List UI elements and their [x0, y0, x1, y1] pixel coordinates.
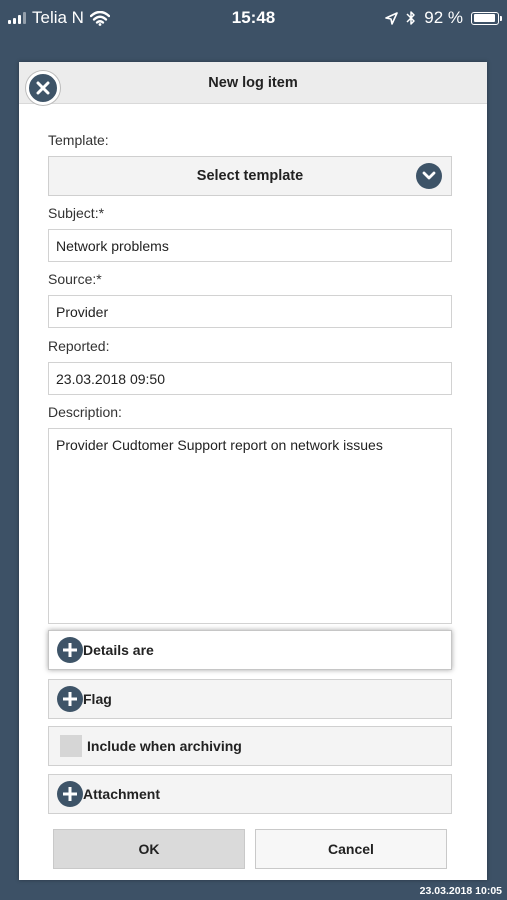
description-label: Description:: [48, 404, 122, 420]
status-left: Telia N: [8, 8, 110, 28]
include-archiving-row[interactable]: Include when archiving: [48, 726, 452, 766]
dialog-title: New log item: [208, 74, 298, 91]
template-select[interactable]: Select template: [48, 156, 452, 196]
footer-timestamp: 23.03.2018 10:05: [419, 885, 502, 897]
flag-section-label: Flag: [83, 691, 112, 707]
bluetooth-icon: [406, 11, 415, 25]
battery-icon: [471, 11, 502, 25]
location-icon: [385, 11, 399, 25]
new-log-item-dialog: New log item Template: Select template S…: [19, 62, 487, 880]
chevron-down-icon: [416, 163, 442, 189]
plus-icon: [57, 686, 83, 712]
template-label: Template:: [48, 132, 109, 148]
wifi-icon: [89, 10, 110, 26]
battery-percent: 92 %: [424, 8, 463, 27]
include-archiving-checkbox[interactable]: [60, 735, 82, 757]
include-archiving-label: Include when archiving: [87, 738, 242, 754]
close-button[interactable]: [26, 71, 60, 105]
status-bar: Telia N 15:48 92 %: [0, 0, 507, 36]
close-icon: [36, 81, 50, 95]
attachment-section-toggle[interactable]: Attachment: [48, 774, 452, 814]
status-right: 92 %: [385, 8, 502, 28]
reported-label: Reported:: [48, 338, 110, 354]
attachment-section-label: Attachment: [83, 786, 161, 802]
ok-button[interactable]: OK: [53, 829, 245, 869]
description-textarea[interactable]: Provider Cudtomer Support report on netw…: [48, 428, 452, 624]
signal-icon: [8, 12, 26, 24]
cancel-button[interactable]: Cancel: [255, 829, 447, 869]
source-input[interactable]: Provider: [48, 295, 452, 328]
flag-section-toggle[interactable]: Flag: [48, 679, 452, 719]
subject-label: Subject:*: [48, 205, 105, 221]
plus-icon: [57, 637, 83, 663]
battery-fill: [473, 14, 495, 22]
reported-input[interactable]: 23.03.2018 09:50: [48, 362, 452, 395]
plus-icon: [57, 781, 83, 807]
carrier-name: Telia N: [32, 8, 84, 27]
dialog-header: New log item: [19, 62, 487, 105]
template-select-value: Select template: [196, 168, 304, 184]
details-section-label: Details are: [83, 642, 154, 658]
source-label: Source:*: [48, 271, 102, 287]
subject-input[interactable]: Network problems: [48, 229, 452, 262]
details-section-toggle[interactable]: Details are: [48, 630, 452, 670]
